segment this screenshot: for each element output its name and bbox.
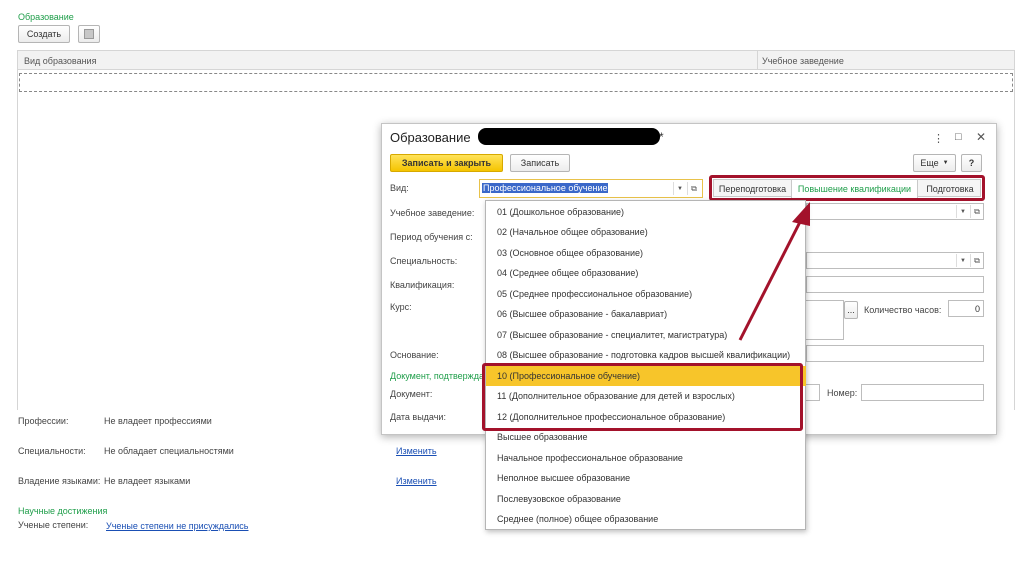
dropdown-option[interactable]: Послевузовское образование	[486, 489, 806, 509]
change-languages-link[interactable]: Изменить	[396, 476, 437, 486]
print-button[interactable]	[78, 25, 100, 43]
chevron-down-icon[interactable]: ▼	[956, 205, 969, 218]
professions-value: Не владеет профессиями	[104, 416, 212, 426]
vid-value: Профессиональное обучение	[482, 183, 609, 193]
column-header-type: Вид образования	[24, 56, 97, 66]
hours-input[interactable]: 0	[948, 300, 984, 317]
change-specialties-link[interactable]: Изменить	[396, 446, 437, 456]
specialty-input[interactable]: ▼ ⧉	[806, 252, 984, 269]
open-icon[interactable]: ⧉	[970, 254, 983, 267]
professions-label: Профессии:	[18, 416, 69, 426]
institution-input[interactable]: ▼ ⧉	[806, 203, 984, 220]
course-label: Курс:	[390, 302, 412, 312]
table-header	[18, 51, 1014, 70]
hours-value: 0	[974, 304, 980, 314]
languages-value: Не владеет языками	[104, 476, 191, 486]
save-button[interactable]: Записать	[510, 154, 570, 172]
hours-label: Количество часов:	[864, 305, 942, 315]
chevron-down-icon[interactable]: ▼	[673, 182, 686, 195]
vid-label: Вид:	[390, 183, 409, 193]
maximize-icon[interactable]: □	[955, 131, 962, 143]
create-button[interactable]: Создать	[18, 25, 70, 43]
table-row[interactable]	[19, 73, 1013, 92]
document-label: Документ:	[390, 389, 433, 399]
chevron-down-icon: ▼	[942, 160, 949, 166]
specialties-label: Специальности:	[18, 446, 86, 456]
vid-input[interactable]: Профессиональное обучение ▼ ⧉	[479, 179, 703, 198]
save-and-close-button[interactable]: Записать и закрыть	[390, 154, 503, 172]
institution-label: Учебное заведение:	[390, 208, 475, 218]
column-divider	[757, 51, 758, 70]
issue-date-label: Дата выдачи:	[390, 412, 446, 422]
specialties-value: Не обладает специальностями	[104, 446, 234, 456]
more-button-label: Еще	[920, 158, 939, 168]
redacted-name	[478, 128, 660, 145]
dialog-title-suffix: *	[659, 130, 664, 144]
degrees-label: Ученые степени:	[18, 520, 89, 530]
print-icon	[84, 29, 94, 39]
dropdown-option[interactable]: 08 (Высшее образование - подготовка кадр…	[486, 345, 806, 365]
dropdown-option[interactable]: Неполное высшее образование	[486, 468, 806, 488]
qualification-label: Квалификация:	[390, 280, 455, 290]
more-button[interactable]: Еще ▼	[913, 154, 956, 172]
dialog-title: Образование	[390, 130, 471, 145]
basis-label: Основание:	[390, 350, 439, 360]
tabs-highlight-frame	[709, 175, 985, 201]
section-title: Образование	[18, 12, 74, 22]
chevron-down-icon[interactable]: ▼	[956, 254, 969, 267]
degrees-link[interactable]: Ученые степени не присуждались	[106, 521, 249, 531]
arrowhead-icon	[792, 202, 810, 226]
more-actions-icon[interactable]: ⋮	[933, 132, 944, 145]
science-title: Научные достижения	[18, 506, 108, 516]
close-icon[interactable]: ✕	[976, 130, 986, 144]
dropdown-highlight-frame	[482, 363, 803, 431]
basis-input[interactable]	[806, 345, 984, 362]
dropdown-option[interactable]: Начальное профессиональное образование	[486, 448, 806, 468]
open-icon[interactable]: ⧉	[970, 205, 983, 218]
number-input[interactable]	[861, 384, 984, 401]
period-label: Период обучения с:	[390, 232, 473, 242]
specialty-label: Специальность:	[390, 256, 458, 266]
open-icon[interactable]: ⧉	[687, 182, 700, 195]
column-header-institution: Учебное заведение	[762, 56, 844, 66]
help-button[interactable]: ?	[961, 154, 982, 172]
course-select-button[interactable]: ...	[844, 301, 858, 319]
qualification-input[interactable]	[806, 276, 984, 293]
number-label: Номер:	[827, 388, 858, 398]
languages-label: Владение языками:	[18, 476, 101, 486]
annotation-arrow	[738, 202, 810, 341]
dropdown-option[interactable]: Среднее (полное) общее образование	[486, 509, 806, 529]
document-input[interactable]	[806, 384, 820, 401]
document-confirm-label: Документ, подтверждающий	[390, 371, 484, 381]
